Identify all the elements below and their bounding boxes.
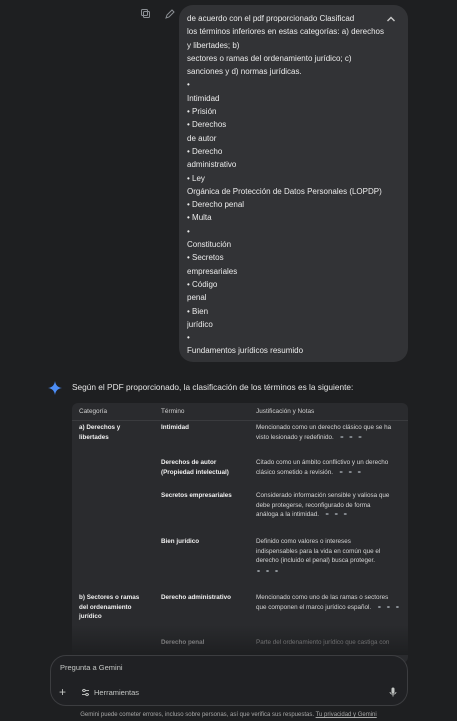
- user-message-line: Fundamentos jurídicos resumido: [187, 346, 304, 356]
- microphone-icon[interactable]: [389, 687, 397, 699]
- user-message-line: • Multa: [187, 213, 212, 223]
- user-message-line: penal: [187, 293, 207, 303]
- term-cell: Derecho administrativo: [161, 594, 231, 601]
- user-message-line: Constitución: [187, 240, 232, 250]
- justification-cell: que componen el marco jurídico español. …: [256, 603, 404, 611]
- disclaimer-text: Gemini puede cometer errores, incluso so…: [80, 712, 315, 718]
- classification-table: Categoría Término Justificación y Notas …: [72, 403, 408, 663]
- tools-button[interactable]: Herramientas: [81, 688, 139, 697]
- user-message-line: administrativo: [187, 160, 237, 170]
- user-message-line: de autor: [187, 133, 217, 143]
- table-header-category: Categoría: [79, 408, 108, 415]
- user-message-line: y libertades; b): [187, 40, 240, 50]
- sliders-icon: [82, 688, 89, 697]
- user-message-line: • Secretos: [187, 253, 224, 263]
- justification-cell: Citado como un ámbito conflictivo y un d…: [256, 459, 389, 466]
- user-message-line: empresariales: [187, 266, 238, 276]
- privacy-link[interactable]: Tu privacidad y Gemini: [316, 712, 377, 718]
- disclaimer: Gemini puede cometer errores, incluso so…: [0, 712, 457, 718]
- justification-cell: indispensables para la vida en común que…: [256, 547, 381, 555]
- term-cell: Derechos de autor: [161, 459, 217, 466]
- category-cell: jurídico: [79, 613, 102, 621]
- justification-cell: Considerado información sensible y valio…: [256, 492, 390, 499]
- user-message-line: •: [187, 80, 190, 90]
- user-message-line: •: [187, 333, 190, 343]
- user-message-line: • Ley: [187, 173, 205, 183]
- justification-cell: debe protegerse, reconfigurado de forma: [256, 501, 371, 509]
- category-cell: del ordenamiento: [79, 603, 132, 611]
- user-message-line: • Derecho: [187, 146, 223, 156]
- user-message-line: Intimidad: [187, 93, 220, 103]
- justification-cell: Definido como valores o intereses: [256, 538, 351, 545]
- category-cell: libertades: [79, 433, 109, 441]
- user-message-line: •: [187, 226, 190, 236]
- user-message-line: • Derecho penal: [187, 200, 245, 210]
- copy-icon[interactable]: [140, 8, 152, 20]
- user-message-line: sanciones y d) normas jurídicas.: [187, 67, 302, 77]
- source-link-icon[interactable]: ⚭⚭⚭: [319, 512, 352, 518]
- term-cell: Intimidad: [161, 424, 189, 431]
- source-link-icon[interactable]: ⚭⚭⚭: [256, 569, 283, 575]
- term-cell: (Propiedad intelectual): [161, 468, 229, 476]
- tools-label: Herramientas: [94, 688, 140, 697]
- justification-cell: Mencionado como uno de las ramas o secto…: [256, 594, 389, 601]
- term-cell: Secretos empresariales: [161, 492, 232, 499]
- source-link-icon[interactable]: ⚭⚭⚭: [334, 435, 367, 441]
- category-cell: b) Sectores o ramas: [79, 594, 140, 601]
- prompt-composer[interactable]: Pregunta a Gemini + Herramientas: [50, 655, 408, 706]
- user-message-line: jurídico: [187, 319, 213, 329]
- user-message-line: • Derechos: [187, 120, 227, 130]
- source-link-icon[interactable]: ⚭⚭⚭: [333, 470, 366, 476]
- table-header-term: Término: [161, 408, 185, 415]
- gemini-spark-icon: [48, 381, 62, 395]
- scroll-fade: [0, 625, 457, 655]
- user-message-line: • Código: [187, 279, 218, 289]
- user-message-line: de acuerdo con el pdf proporcionado Clas…: [187, 14, 355, 23]
- justification-cell: visto lesionado y redefinido. ⚭⚭⚭: [256, 433, 367, 441]
- justification-cell: clásico sometido a revisión. ⚭⚭⚭: [256, 468, 366, 476]
- source-link-icon[interactable]: ⚭⚭⚭: [371, 605, 404, 611]
- prompt-input[interactable]: Pregunta a Gemini: [60, 663, 123, 672]
- table-header-justification: Justificación y Notas: [256, 408, 315, 415]
- user-message-line: los términos inferiores en estas categor…: [187, 27, 384, 37]
- edit-icon[interactable]: [164, 8, 176, 20]
- user-message-line: • Bien: [187, 306, 209, 316]
- user-message-actions: [140, 8, 176, 20]
- response-intro: Según el PDF proporcionado, la clasifica…: [72, 382, 354, 392]
- header-divider: [72, 420, 408, 421]
- term-cell: Bien jurídico: [161, 538, 200, 545]
- justification-cell: Mencionado como un derecho clásico que s…: [256, 424, 392, 431]
- user-message-line: Orgánica de Protección de Datos Personal…: [187, 186, 382, 196]
- category-cell: a) Derechos y: [79, 424, 121, 431]
- add-icon[interactable]: +: [59, 685, 66, 699]
- justification-cell: análoga a la intimidad. ⚭⚭⚭: [256, 511, 352, 519]
- user-message-bubble: de acuerdo con el pdf proporcionado Clas…: [179, 5, 408, 362]
- justification-cell: derecho (incluido el penal) busca proteg…: [256, 557, 376, 575]
- user-message-line: • Prisión: [187, 107, 217, 117]
- chevron-up-icon[interactable]: [386, 14, 396, 27]
- user-message-line: sectores o ramas del ordenamiento jurídi…: [187, 53, 352, 63]
